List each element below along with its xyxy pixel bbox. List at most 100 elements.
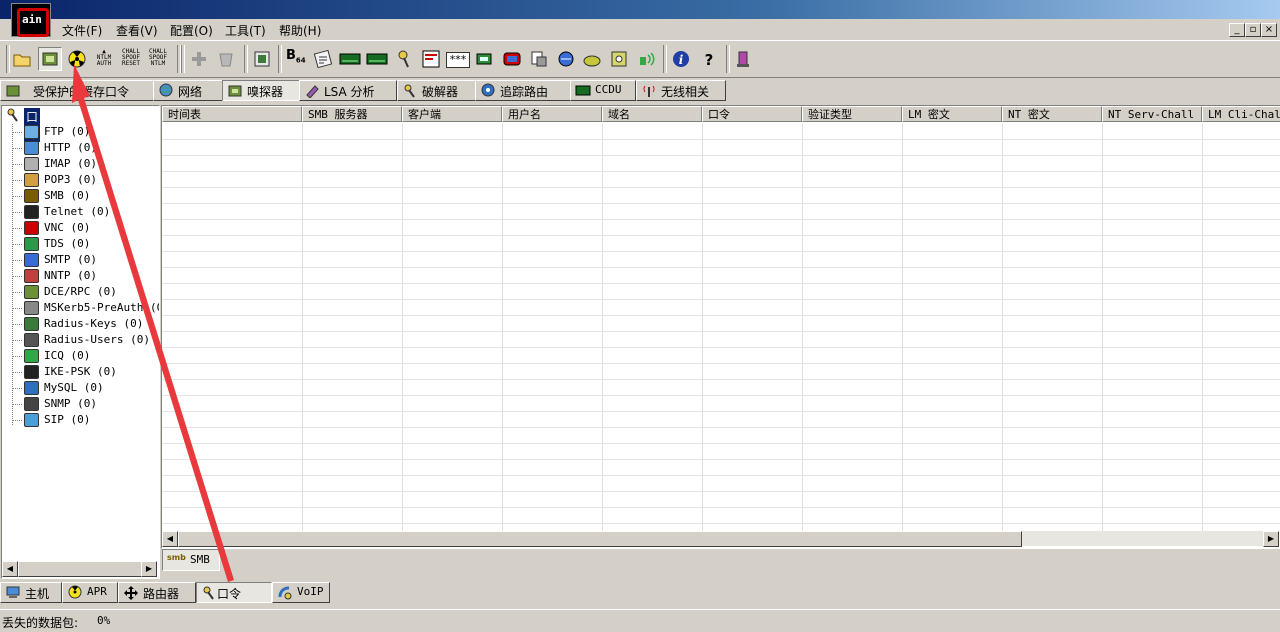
computer-icon [6,586,20,598]
column-header[interactable]: 用户名 [502,106,602,122]
menu-config[interactable]: 配置(O) [170,22,213,39]
column-header[interactable]: SMB 服务器 [302,106,402,122]
password-grid[interactable]: 时间表 SMB 服务器 客户端 用户名 域名 口令 验证类型 LM 密文 NT 密文 NT Ser… [161,105,1280,549]
network-card-icon[interactable] [474,49,494,69]
lm-ntlm-icon[interactable] [339,49,361,69]
info-icon[interactable]: i [671,49,691,69]
tree-scroll-thumb[interactable] [18,561,142,577]
subtab-smb[interactable]: smb SMB [162,549,220,571]
ccdu-icon [575,85,591,96]
cached-passwords-icon [6,85,20,97]
chall-spoof-reset-button[interactable]: CHALL SPOOF RESET [120,49,142,67]
menu-file[interactable]: 文件(F) [62,22,102,39]
tree-item-label: DCE/RPC (0) [44,285,117,298]
ntlm-auth-button[interactable]: ▲ NTLM AUTH [94,49,114,67]
column-header[interactable]: NT Serv-Chall [1102,106,1202,122]
grid-scroll-thumb[interactable] [178,531,1022,547]
voip-icon [278,586,292,600]
tab-sniffer[interactable]: 嗅探器 [222,80,300,101]
tree-item-label: MySQL (0) [44,381,104,394]
help-icon[interactable]: ? [699,49,719,69]
open-folder-icon[interactable] [12,49,32,69]
tree-item-label: POP3 (0) [44,173,97,186]
dialup-icon[interactable] [502,49,522,69]
column-header[interactable]: LM Cli-Chall [1202,106,1280,122]
column-header[interactable]: 验证类型 [802,106,902,122]
tree-item-label: HTTP (0) [44,141,97,154]
scroll-right-icon[interactable]: ▶ [141,561,157,577]
tds-icon [24,237,39,251]
hash-calculator-icon[interactable] [313,49,333,69]
column-header[interactable]: 口令 [702,106,802,122]
tree-item-label: MSKerb5-PreAuth (0) [44,301,160,314]
imap-icon [24,157,39,171]
tree-item-label: VNC (0) [44,221,91,234]
add-icon[interactable] [189,49,209,69]
tab-wireless[interactable]: 无线相关 [636,80,726,101]
tab-passwords[interactable]: 口令 [196,582,272,603]
column-header[interactable]: 时间表 [162,106,302,122]
ike-psk-icon [24,365,39,379]
column-header[interactable]: NT 密文 [1002,106,1102,122]
smb-icon: smb [167,553,186,562]
tab-apr[interactable]: APR [62,582,118,603]
tab-lsa-analysis[interactable]: LSA 分析 [299,80,397,101]
column-header[interactable]: LM 密文 [902,106,1002,122]
cain-logo-icon[interactable]: ain [11,3,51,37]
tab-ccdu[interactable]: CCDU [570,80,636,101]
menu-bar: 文件(F) 查看(V) 配置(O) 工具(T) 帮助(H) _ ▫ × [0,19,1280,39]
scroll-left-icon[interactable]: ◀ [162,531,178,547]
chall-spoof-ntlm-button[interactable]: CHALL SPOOF NTLM [147,49,169,67]
snmp-icon [24,397,39,411]
bottom-tab-bar: 主机 APR 路由器 口令 VoIP [0,582,1280,604]
tab-cached-passwords[interactable]: 受保护的缓存口令 [0,80,154,101]
registry-icon[interactable] [529,49,549,69]
delete-icon[interactable] [216,49,236,69]
tab-cracker[interactable]: 破解器 [397,80,476,101]
tree-item-label: SMTP (0) [44,253,97,266]
tree-item-label: SNMP (0) [44,397,97,410]
tab-voip[interactable]: VoIP [272,582,330,603]
vnc-icon[interactable] [421,49,441,69]
icq-icon [24,349,39,363]
cisco-icon[interactable] [556,49,576,69]
protocol-tree[interactable]: 口令 FTP (0)HTTP (0)IMAP (0)POP3 (0)SMB (0… [1,105,160,579]
lsa-icon [306,85,319,98]
lost-packets-label: 丢失的数据包: [2,616,79,630]
tab-host[interactable]: 主机 [0,582,62,603]
minimize-button[interactable]: _ [1229,23,1245,37]
grid-body[interactable] [162,124,1280,534]
scroll-right-icon[interactable]: ▶ [1263,531,1279,547]
close-button[interactable]: × [1261,23,1277,37]
grid-header: 时间表 SMB 服务器 客户端 用户名 域名 口令 验证类型 LM 密文 NT 密文 NT Ser… [162,106,1280,123]
grid-hscrollbar[interactable]: ◀ ▶ [162,531,1279,547]
wireless-signal-icon[interactable] [637,49,657,69]
apr-poison-icon[interactable] [67,49,87,69]
scroll-left-icon[interactable]: ◀ [2,561,18,577]
menu-view[interactable]: 查看(V) [116,22,158,39]
wireless-key-icon[interactable] [609,49,629,69]
key-icon[interactable] [395,49,415,69]
status-bar: 丢失的数据包: 0% [0,609,1280,632]
nntp-icon [24,269,39,283]
pop3-icon [24,173,39,187]
rainbow-table-icon[interactable] [582,49,602,69]
tab-network[interactable]: 网络 [153,80,223,101]
exit-icon[interactable] [733,49,753,69]
main-tab-bar: 受保护的缓存口令 网络 嗅探器 LSA 分析 破解器 追踪路由 CCDU 无线相… [0,80,1280,102]
tree-hscrollbar[interactable]: ◀ ▶ [2,561,157,577]
restore-button[interactable]: ▫ [1245,23,1261,37]
password-box-icon[interactable]: *** [446,52,470,68]
tab-traceroute[interactable]: 追踪路由 [475,80,571,101]
tab-router[interactable]: 路由器 [118,582,196,603]
column-header[interactable]: 客户端 [402,106,502,122]
certificate-icon[interactable] [252,49,272,69]
sniffer-toggle-icon[interactable] [38,47,62,71]
menu-help[interactable]: 帮助(H) [279,22,321,39]
vpn-icon[interactable] [366,49,388,69]
svg-text:?: ? [705,51,714,69]
base64-icon[interactable]: B64 [286,49,306,69]
column-header[interactable]: 域名 [602,106,702,122]
passwords-root-icon [7,108,18,122]
menu-tools[interactable]: 工具(T) [225,22,266,39]
